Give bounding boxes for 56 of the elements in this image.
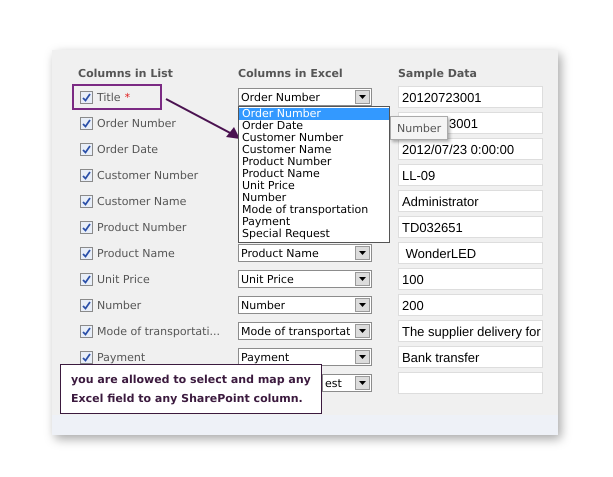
checkbox[interactable]: [80, 168, 93, 182]
column-select[interactable]: Product Name: [238, 244, 372, 262]
column-name: Number: [97, 298, 142, 312]
checkbox[interactable]: [80, 220, 93, 234]
checkbox[interactable]: [80, 272, 93, 286]
dropdown-option[interactable]: Payment: [239, 216, 389, 228]
column-name: Order Number: [97, 116, 176, 130]
column-name: Payment: [97, 350, 146, 364]
dropdown-option[interactable]: Number: [239, 192, 389, 204]
dropdown-option[interactable]: Special Request: [239, 228, 389, 240]
dropdown-option[interactable]: Product Name: [239, 168, 389, 180]
sample-field[interactable]: [398, 372, 543, 394]
column-header: Columns in Excel: [238, 66, 344, 81]
checkbox[interactable]: [80, 194, 93, 208]
tooltip: Number: [390, 116, 448, 140]
sample-field[interactable]: 200: [398, 294, 543, 316]
note-tooltip: you are allowed to select and map any Excel field to any SharePoint column.: [60, 364, 322, 414]
column-select[interactable]: Payment: [238, 348, 372, 366]
dropdown-option[interactable]: Order Date: [239, 120, 389, 132]
dropdown-option[interactable]: Unit Price: [239, 180, 389, 192]
sample-field[interactable]: The supplier delivery for: [398, 320, 543, 342]
column-select[interactable]: Order Number: [238, 88, 372, 106]
column-select[interactable]: est: [322, 374, 372, 392]
column-name: Customer Name: [97, 194, 186, 208]
column-name: Mode of transportati...: [97, 324, 220, 338]
column-select[interactable]: Mode of transportat: [238, 322, 372, 340]
checkbox[interactable]: [80, 350, 93, 364]
dropdown-option[interactable]: Mode of transportation: [239, 204, 389, 216]
checkbox[interactable]: [80, 298, 93, 312]
checkbox[interactable]: [80, 116, 93, 130]
column-name: Customer Number: [97, 168, 198, 182]
column-name: Title: [97, 90, 121, 104]
sample-field[interactable]: Administrator: [398, 190, 543, 212]
checkbox[interactable]: [80, 90, 93, 104]
column-header: Sample Data: [398, 66, 478, 81]
checkbox[interactable]: [80, 142, 93, 156]
sample-field[interactable]: Bank transfer: [398, 346, 543, 368]
sample-field[interactable]: 100: [398, 268, 543, 290]
dropdown-option[interactable]: Customer Number: [239, 132, 389, 144]
dropdown-option[interactable]: Product Number: [239, 156, 389, 168]
checkbox[interactable]: [80, 324, 93, 338]
column-name: Order Date: [97, 142, 158, 156]
column-select[interactable]: Unit Price: [238, 270, 372, 288]
required-mark: *: [124, 90, 130, 104]
sample-field[interactable]: 2012/07/23 0:00:00: [398, 138, 543, 160]
column-header: Columns in List: [78, 66, 174, 81]
sample-field[interactable]: TD032651: [398, 216, 543, 238]
sample-field[interactable]: WonderLED: [398, 242, 543, 264]
column-select[interactable]: Number: [238, 296, 372, 314]
sample-field[interactable]: 20120723001: [398, 86, 543, 108]
column-name: Unit Price: [97, 272, 150, 286]
sample-field[interactable]: LL-09: [398, 164, 543, 186]
checkbox[interactable]: [80, 246, 93, 260]
column-name: Product Number: [97, 220, 186, 234]
dropdown-option[interactable]: Customer Name: [239, 144, 389, 156]
column-name: Product Name: [97, 246, 175, 260]
